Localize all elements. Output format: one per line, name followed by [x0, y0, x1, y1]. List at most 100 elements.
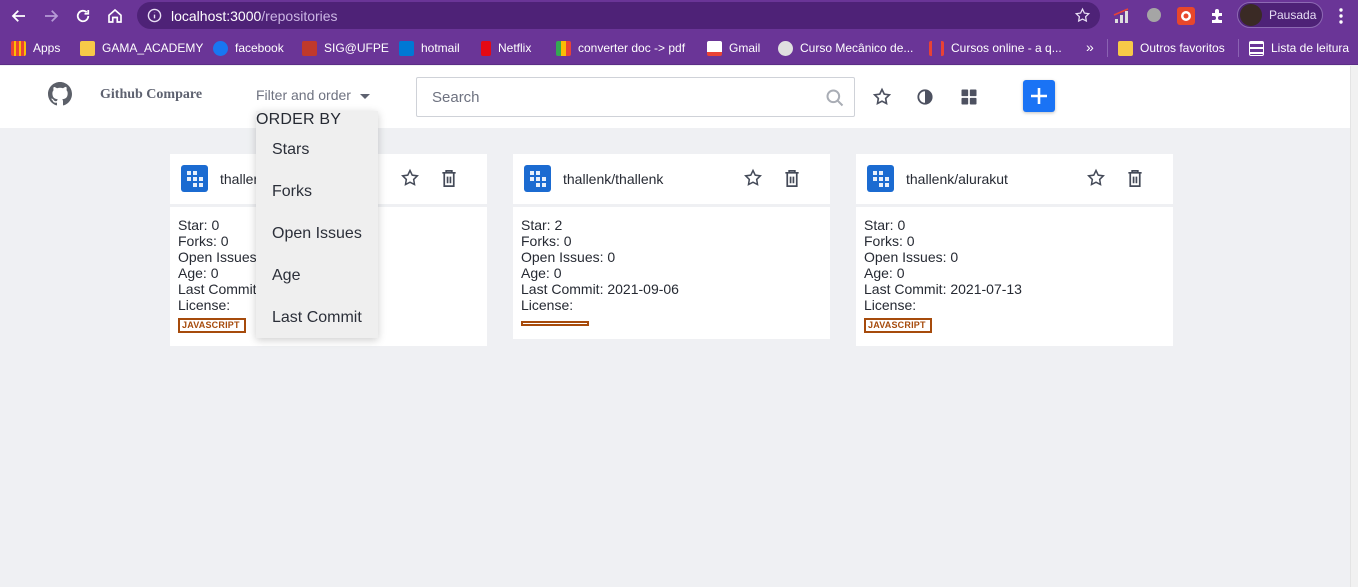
bookmark-cursos-online[interactable]: Cursos online - a q...: [929, 40, 1062, 56]
gmail-icon: [707, 40, 722, 56]
bookmark-netflix[interactable]: Netflix: [481, 40, 531, 56]
repo-stars: Star: 2: [521, 217, 563, 233]
star-icon[interactable]: [400, 168, 420, 188]
grid-view-icon[interactable]: [959, 87, 979, 107]
udemy-icon: [929, 40, 944, 56]
reload-icon[interactable]: [71, 4, 95, 28]
repo-last-commit: Last Commit: 2021-09-06: [521, 281, 679, 297]
repo-card: thallenk/thallenk Star: 2 Forks: 0 Open …: [513, 154, 830, 339]
github-logo-icon[interactable]: [48, 82, 72, 106]
language-tag: JAVASCRIPT: [178, 318, 246, 333]
bookmark-label: SIG@UFPE: [324, 41, 389, 55]
repo-card-header: thallenk/thallenk: [513, 154, 830, 204]
theme-contrast-icon[interactable]: [915, 87, 935, 107]
adblock-extension-icon[interactable]: [1176, 6, 1196, 26]
app-title: Github Compare: [100, 87, 203, 102]
repo-open-issues: Open Issues: 0: [864, 249, 959, 265]
chat-extension-icon[interactable]: [1144, 6, 1164, 26]
bookmark-outros-favoritos[interactable]: Outros favoritos: [1118, 40, 1225, 56]
search-input[interactable]: [417, 78, 817, 116]
bookmark-star-icon[interactable]: [1074, 7, 1091, 24]
order-option-stars[interactable]: Stars: [272, 141, 309, 159]
reading-list-button[interactable]: Lista de leitura: [1249, 40, 1349, 56]
converter-icon: [556, 40, 571, 56]
order-option-last-commit[interactable]: Last Commit: [272, 309, 362, 327]
bookmark-gmail[interactable]: Gmail: [707, 40, 760, 56]
bookmark-gama-academy[interactable]: GAMA_ACADEMY: [80, 40, 203, 56]
trash-icon[interactable]: [1126, 169, 1144, 188]
repo-license: License:: [864, 297, 917, 313]
repo-forks: Forks: 0: [864, 233, 915, 249]
bookmarks-divider: [1107, 39, 1108, 57]
folder-icon: [1118, 40, 1133, 56]
star-icon[interactable]: [743, 168, 763, 188]
bookmark-label: converter doc -> pdf: [578, 41, 686, 55]
bookmark-label: Apps: [33, 41, 61, 55]
star-icon[interactable]: [1086, 168, 1106, 188]
order-by-dropdown: ORDER BY Stars Forks Open Issues Age Las…: [256, 111, 378, 338]
search-icon[interactable]: [825, 88, 845, 108]
avatar: [1240, 4, 1262, 26]
add-repository-button[interactable]: [1023, 80, 1055, 112]
bookmark-curso-mecanico[interactable]: Curso Mecânico de...: [778, 40, 913, 56]
sig-icon: [302, 40, 317, 56]
repo-identicon-icon: [524, 165, 551, 192]
trash-icon[interactable]: [783, 169, 801, 188]
browser-menu-icon[interactable]: [1334, 7, 1348, 25]
bookmark-label: hotmail: [421, 41, 460, 55]
url-text[interactable]: localhost:3000/repositories: [171, 8, 338, 24]
overflow-chevron-icon: »: [1086, 39, 1094, 55]
profile-button[interactable]: Pausada: [1237, 2, 1323, 28]
bookmark-hotmail[interactable]: hotmail: [399, 40, 460, 56]
filter-order-label: Filter and order: [256, 87, 351, 103]
repo-card-header: thallenk/alurakut: [856, 154, 1173, 204]
bookmark-apps[interactable]: Apps: [11, 40, 60, 56]
repo-forks: Forks: 0: [521, 233, 572, 249]
bookmark-label: Cursos online - a q...: [951, 41, 1062, 55]
signal-extension-icon[interactable]: [1112, 6, 1132, 26]
repo-name[interactable]: thallenk/alurakut: [906, 171, 1008, 187]
browser-toolbar: localhost:3000/repositories Pausada: [0, 0, 1358, 31]
bookmark-converter[interactable]: converter doc -> pdf: [556, 40, 685, 56]
home-icon[interactable]: [103, 4, 127, 28]
repo-name[interactable]: thallenk/thallenk: [563, 171, 663, 187]
bookmark-label: facebook: [235, 41, 284, 55]
page-scrollbar[interactable]: [1350, 66, 1358, 587]
dropdown-title: ORDER BY: [256, 111, 342, 128]
search-box: [416, 77, 855, 117]
bookmark-facebook[interactable]: facebook: [213, 40, 284, 56]
bookmarks-bar: Apps GAMA_ACADEMY facebook SIG@UFPE hotm…: [0, 31, 1358, 65]
outlook-icon: [399, 40, 414, 56]
address-bar[interactable]: localhost:3000/repositories: [137, 2, 1100, 29]
order-option-age[interactable]: Age: [272, 267, 300, 285]
bookmark-label: Netflix: [498, 41, 532, 55]
repo-age: Age: 0: [521, 265, 562, 281]
favorites-star-icon[interactable]: [872, 87, 892, 107]
repo-card-body: Star: 0 Forks: 0 Open Issues: 0 Age: 0 L…: [856, 207, 1173, 346]
repo-identicon-icon: [181, 165, 208, 192]
repo-identicon-icon: [867, 165, 894, 192]
extensions-puzzle-icon[interactable]: [1208, 6, 1228, 26]
bookmarks-divider: [1238, 39, 1239, 57]
order-option-forks[interactable]: Forks: [272, 183, 312, 201]
caret-down-icon: [359, 93, 370, 99]
repo-stars: Star: 0: [864, 217, 906, 233]
repo-last-commit: Last Commit: 2021-07-13: [864, 281, 1022, 297]
url-path: /repositories: [261, 8, 338, 24]
bookmark-label: Gmail: [729, 41, 761, 55]
back-arrow-icon[interactable]: [7, 4, 31, 28]
repo-age: Age: 0: [864, 265, 905, 281]
repo-license: License:: [521, 297, 574, 313]
bookmark-sig-ufpe[interactable]: SIG@UFPE: [302, 40, 389, 56]
plus-icon: [1031, 88, 1047, 104]
repo-card: thallenk/alurakut Star: 0 Forks: 0 Open …: [856, 154, 1173, 346]
info-icon[interactable]: [147, 8, 162, 23]
bookmark-label: GAMA_ACADEMY: [102, 41, 204, 55]
language-tag: [521, 321, 589, 326]
forward-arrow-icon[interactable]: [39, 4, 63, 28]
trash-icon[interactable]: [440, 169, 458, 188]
bookmark-label: Curso Mecânico de...: [800, 41, 914, 55]
order-option-open-issues[interactable]: Open Issues: [272, 225, 362, 243]
filter-order-button[interactable]: Filter and order: [256, 87, 370, 103]
bookmarks-overflow-button[interactable]: »: [1086, 39, 1094, 55]
